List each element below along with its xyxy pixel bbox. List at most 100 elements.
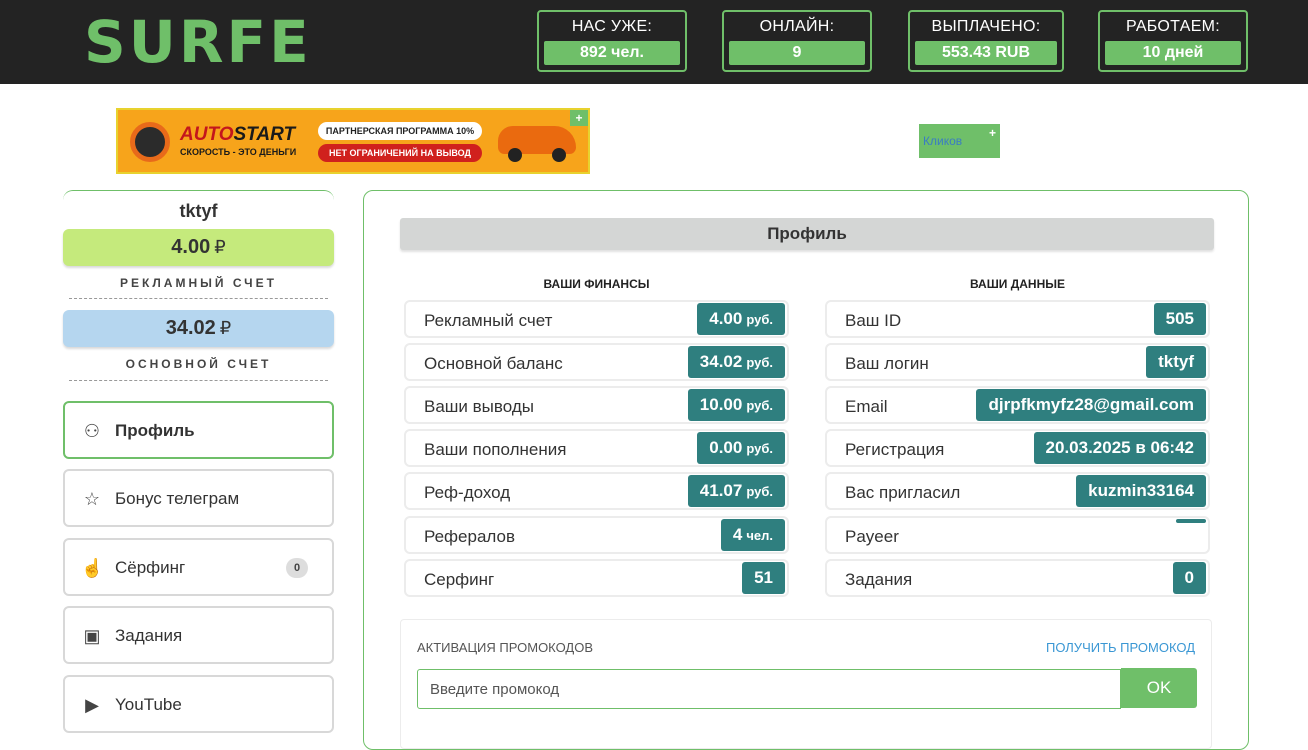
hand-pointer-icon: ☝ <box>81 558 104 578</box>
banner-add-button[interactable]: + <box>570 110 588 126</box>
row-value: 41.07 руб. <box>687 475 785 507</box>
sidebar-item-profile[interactable]: ⚇ Профиль <box>63 401 334 459</box>
ad-balance-currency: ₽ <box>214 237 226 257</box>
finance-row-deposits: Ваши пополнения 0.00 руб. <box>404 429 789 467</box>
sidebar-item-label: Задания <box>115 626 183 645</box>
star-icon: ☆ <box>83 489 101 509</box>
stat-users-label: НАС УЖЕ: <box>571 18 653 35</box>
profile-panel: Профиль ВАШИ ФИНАНСЫ ВАШИ ДАННЫЕ Рекламн… <box>363 190 1249 750</box>
promo-heading: АКТИВАЦИЯ ПРОМОКОДОВ <box>417 640 594 655</box>
data-row-email: Email djrpfkmyfz28@gmail.com <box>825 386 1210 424</box>
sidebar-item-label: Сёрфинг <box>115 558 186 577</box>
row-value: djrpfkmyfz28@gmail.com <box>976 389 1206 421</box>
main-balance-label: ОСНОВНОЙ СЧЕТ <box>125 357 272 371</box>
car-icon <box>498 126 576 162</box>
get-promo-link[interactable]: ПОЛУЧИТЬ ПРОМОКОД <box>1046 640 1195 655</box>
finance-row-ad-account: Рекламный счет 4.00 руб. <box>404 300 789 338</box>
stat-paid-label: ВЫПЛАЧЕНО: <box>931 18 1041 35</box>
stat-users: НАС УЖЕ: 892 чел. <box>537 10 687 72</box>
data-heading: ВАШИ ДАННЫЕ <box>969 277 1066 291</box>
row-label: Рекламный счет <box>424 311 553 330</box>
row-label: Payeer <box>845 527 899 546</box>
stat-working-value: 10 дней <box>1105 41 1241 65</box>
row-label: Серфинг <box>424 570 495 589</box>
stat-paid-value: 553.43 RUB <box>915 41 1057 65</box>
sidebar-item-label: Профиль <box>115 421 195 440</box>
row-value: 0 <box>1172 562 1206 594</box>
page-title: Профиль <box>400 218 1214 250</box>
stat-users-value: 892 чел. <box>544 41 680 65</box>
divider <box>69 380 328 381</box>
ad-balance[interactable]: 4.00 ₽ <box>63 229 334 266</box>
book-icon: ▣ <box>83 626 101 646</box>
finance-row-main-balance: Основной баланс 34.02 руб. <box>404 343 789 381</box>
sidebar-item-tasks[interactable]: ▣ Задания <box>63 606 334 664</box>
row-label: Реф-доход <box>424 483 511 502</box>
finance-row-ref-income: Реф-доход 41.07 руб. <box>404 472 789 510</box>
stat-online-value: 9 <box>729 41 865 65</box>
banner-tagline: СКОРОСТЬ - ЭТО ДЕНЬГИ <box>180 147 297 157</box>
row-value: 0.00 руб. <box>697 432 785 464</box>
autostart-banner[interactable]: AUTOSTART СКОРОСТЬ - ЭТО ДЕНЬГИ ПАРТНЕРС… <box>116 108 590 174</box>
row-value: 34.02 руб. <box>687 346 785 378</box>
row-value <box>1176 519 1206 523</box>
promo-section: АКТИВАЦИЯ ПРОМОКОДОВ ПОЛУЧИТЬ ПРОМОКОД O… <box>400 619 1212 749</box>
row-label: Рефералов <box>424 527 515 546</box>
main-balance-amount: 34.02 <box>165 317 216 339</box>
row-label: Ваши выводы <box>424 397 534 416</box>
sidebar-item-telegram-bonus[interactable]: ☆ Бонус телеграм <box>63 469 334 527</box>
row-label: Основной баланс <box>424 354 563 373</box>
banner-brand-b: START <box>233 124 296 145</box>
finance-row-withdrawals: Ваши выводы 10.00 руб. <box>404 386 789 424</box>
sidebar-item-youtube[interactable]: ▶ YouTube <box>63 675 334 733</box>
user-icon: ⚇ <box>83 421 101 441</box>
row-value: 4.00 руб. <box>697 303 785 335</box>
top-header: SURFE НАС УЖЕ: 892 чел. ОНЛАЙН: 9 ВЫПЛАЧ… <box>0 0 1308 84</box>
data-row-login: Ваш логин tktyf <box>825 343 1210 381</box>
row-value: 20.03.2025 в 06:42 <box>1033 432 1206 464</box>
data-row-referrer: Вас пригласил kuzmin33164 <box>825 472 1210 510</box>
stat-working: РАБОТАЕМ: 10 дней <box>1098 10 1248 72</box>
main-balance[interactable]: 34.02 ₽ <box>63 310 334 347</box>
second-banner-alt: Кликов <box>923 134 963 148</box>
wheel-icon <box>130 122 170 162</box>
main-balance-currency: ₽ <box>219 318 232 338</box>
surfing-count-badge: 0 <box>286 558 308 578</box>
sidebar-item-surfing[interactable]: ☝ Сёрфинг 0 <box>63 538 334 596</box>
username: tktyf <box>179 201 218 221</box>
ad-balance-amount: 4.00 <box>171 236 211 258</box>
row-label: Регистрация <box>845 440 945 459</box>
stat-online: ОНЛАЙН: 9 <box>722 10 872 72</box>
divider <box>69 298 328 299</box>
promo-ok-button[interactable]: OK <box>1121 668 1197 708</box>
data-row-id: Ваш ID 505 <box>825 300 1210 338</box>
data-row-registration: Регистрация 20.03.2025 в 06:42 <box>825 429 1210 467</box>
banner-brand: AUTOSTART <box>180 124 295 146</box>
banner-pill-nolimit: НЕТ ОГРАНИЧЕНИЙ НА ВЫВОД <box>318 144 482 162</box>
stat-online-label: ОНЛАЙН: <box>759 18 835 35</box>
second-banner[interactable]: Кликов + <box>919 124 1000 158</box>
site-logo[interactable]: SURFE <box>84 8 312 76</box>
sidebar-item-label: YouTube <box>115 695 182 714</box>
row-value: 4 чел. <box>720 519 785 551</box>
data-row-tasks: Задания 0 <box>825 559 1210 597</box>
stat-paid: ВЫПЛАЧЕНО: 553.43 RUB <box>908 10 1064 72</box>
sidebar-item-label: Бонус телеграм <box>115 489 240 508</box>
row-label: Ваш ID <box>845 311 902 330</box>
ad-balance-label: РЕКЛАМНЫЙ СЧЕТ <box>120 276 277 290</box>
row-value: 51 <box>742 562 785 594</box>
promo-input[interactable] <box>417 669 1121 709</box>
row-value: tktyf <box>1146 346 1206 378</box>
banner-pill-partner: ПАРТНЕРСКАЯ ПРОГРАММА 10% <box>318 122 482 140</box>
balance-card: tktyf 4.00 ₽ РЕКЛАМНЫЙ СЧЕТ 34.02 ₽ ОСНОВН… <box>63 190 334 381</box>
row-label: Вас пригласил <box>845 483 961 502</box>
row-label: Ваш логин <box>845 354 929 373</box>
finances-heading: ВАШИ ФИНАНСЫ <box>543 277 650 291</box>
row-value: kuzmin33164 <box>1076 475 1206 507</box>
finance-row-surfing: Серфинг 51 <box>404 559 789 597</box>
second-banner-add-button[interactable]: + <box>989 126 996 140</box>
youtube-icon: ▶ <box>85 695 99 715</box>
row-value: 10.00 руб. <box>687 389 785 421</box>
row-value: 505 <box>1153 303 1206 335</box>
stat-working-label: РАБОТАЕМ: <box>1125 18 1221 35</box>
